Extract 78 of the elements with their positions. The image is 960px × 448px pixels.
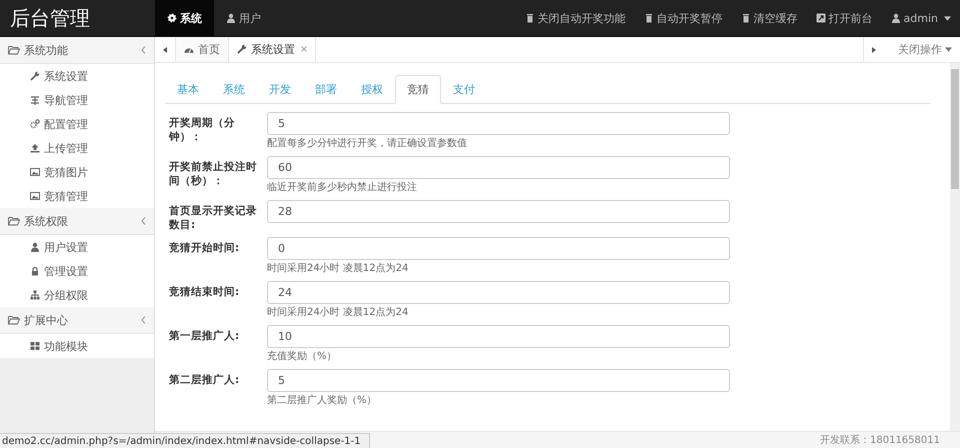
sidebar-group-header[interactable]: 系统功能 — [0, 37, 154, 64]
upload-icon — [30, 143, 40, 153]
folder-icon — [8, 315, 20, 325]
field-label: 首页显示开奖记录数目: — [168, 204, 258, 232]
sidebar-group-label: 扩展中心 — [24, 312, 68, 328]
sidebar-item[interactable]: 分组权限 — [0, 283, 154, 307]
help-text: 时间采用24小时 凌晨12点为24 — [267, 262, 410, 276]
help-text: 临近开奖前多少秒内禁止进行投注 — [267, 180, 418, 195]
sidebar-item[interactable]: 用户设置 — [0, 235, 154, 259]
scrollbar[interactable] — [950, 63, 960, 431]
sidebar-group-header[interactable]: 系统权限 — [0, 208, 154, 235]
help-text: 配置每多少分钟进行开奖，请正确设置参数值 — [267, 136, 468, 151]
input-field[interactable]: 5 — [267, 112, 730, 135]
chevron-left-icon — [141, 316, 146, 324]
wrench-icon — [30, 71, 40, 81]
sidebar-item[interactable]: 管理设置 — [0, 259, 154, 283]
help-text: 时间采用24小时 凌晨12点为24 — [267, 306, 410, 320]
status-url: demo2.cc/admin.php?s=/admin/index/index.html#navside-collapse-1-1 — [0, 433, 370, 448]
top-action-link[interactable]: 自动开奖暂停 — [634, 0, 732, 36]
sidebar-item[interactable]: 上传管理 — [0, 136, 154, 160]
field-label: 开奖前禁止投注时间（秒）： — [168, 160, 258, 188]
sidebar-group-label: 系统功能 — [24, 42, 68, 58]
caret-icon — [944, 16, 951, 20]
help-text: 第二层推广人奖励（%） — [267, 394, 378, 408]
user-icon — [890, 13, 901, 23]
field-label: 竞猜开始时间: — [168, 241, 240, 255]
top-action-link[interactable]: 关闭自动开奖功能 — [516, 0, 635, 36]
sidebar-item[interactable]: 导航管理 — [0, 88, 154, 112]
field-label: 第二层推广人: — [168, 373, 240, 387]
user-icon — [30, 242, 40, 252]
image-icon — [30, 191, 40, 201]
sidebar-group-label: 系统权限 — [24, 214, 68, 228]
scroll-right-icon[interactable] — [872, 46, 876, 52]
menu-icon — [30, 95, 40, 105]
wrench-icon — [237, 44, 247, 54]
grid-icon — [30, 341, 40, 351]
trash-icon — [524, 13, 535, 23]
top-nav-tab[interactable]: 系统 — [155, 0, 214, 36]
chevron-left-icon — [141, 46, 146, 54]
sidebar-item[interactable]: 系统设置 — [0, 64, 154, 88]
help-text: 充值奖励（%） — [267, 350, 338, 364]
settings-tab[interactable]: 竞猜 — [395, 75, 441, 104]
sidebar-item[interactable]: 配置管理 — [0, 112, 154, 136]
top-action-link[interactable]: 打开前台 — [806, 0, 882, 36]
top-nav-tab[interactable]: 用户 — [214, 0, 273, 36]
lock-icon — [30, 266, 40, 276]
user-icon — [226, 13, 236, 23]
input-field[interactable]: 5 — [267, 369, 730, 392]
input-field[interactable]: 24 — [267, 281, 730, 304]
folder-icon — [8, 216, 20, 226]
sidebar-item[interactable]: 竞猜图片 — [0, 160, 154, 184]
folder-icon — [8, 45, 20, 55]
image-icon — [30, 167, 40, 177]
sitemap-icon — [30, 290, 40, 300]
field-label: 开奖周期（分钟）： — [168, 116, 236, 144]
top-action-link[interactable]: admin — [882, 0, 960, 36]
input-field[interactable]: 10 — [267, 325, 730, 348]
close-operations-dropdown[interactable]: 关闭操作 — [884, 37, 960, 62]
external-link-icon — [816, 13, 826, 23]
input-field[interactable]: 0 — [267, 237, 730, 260]
sidebar-group-header[interactable]: 扩展中心 — [0, 307, 154, 334]
input-field[interactable]: 60 — [267, 156, 730, 179]
top-action-link[interactable]: 清空缓存 — [732, 0, 807, 36]
caret-icon — [945, 47, 952, 52]
trash-icon — [644, 13, 654, 23]
gears-icon — [30, 119, 40, 129]
field-label: 竞猜结束时间: — [168, 285, 240, 299]
chevron-left-icon — [141, 217, 146, 225]
input-field[interactable]: 28 — [267, 200, 730, 223]
field-label: 第一层推广人: — [168, 329, 240, 343]
gear-icon — [167, 13, 177, 23]
footer-contact: 开发联系：18011658011 — [820, 434, 940, 447]
brand-title: 后台管理 — [9, 4, 91, 32]
sidebar-item[interactable]: 竞猜管理 — [0, 184, 154, 208]
trash-icon — [740, 13, 751, 23]
scroll-left-icon[interactable] — [163, 46, 167, 52]
sidebar-item[interactable]: 功能模块 — [0, 334, 154, 358]
page-tab[interactable]: 首页 — [176, 37, 229, 62]
